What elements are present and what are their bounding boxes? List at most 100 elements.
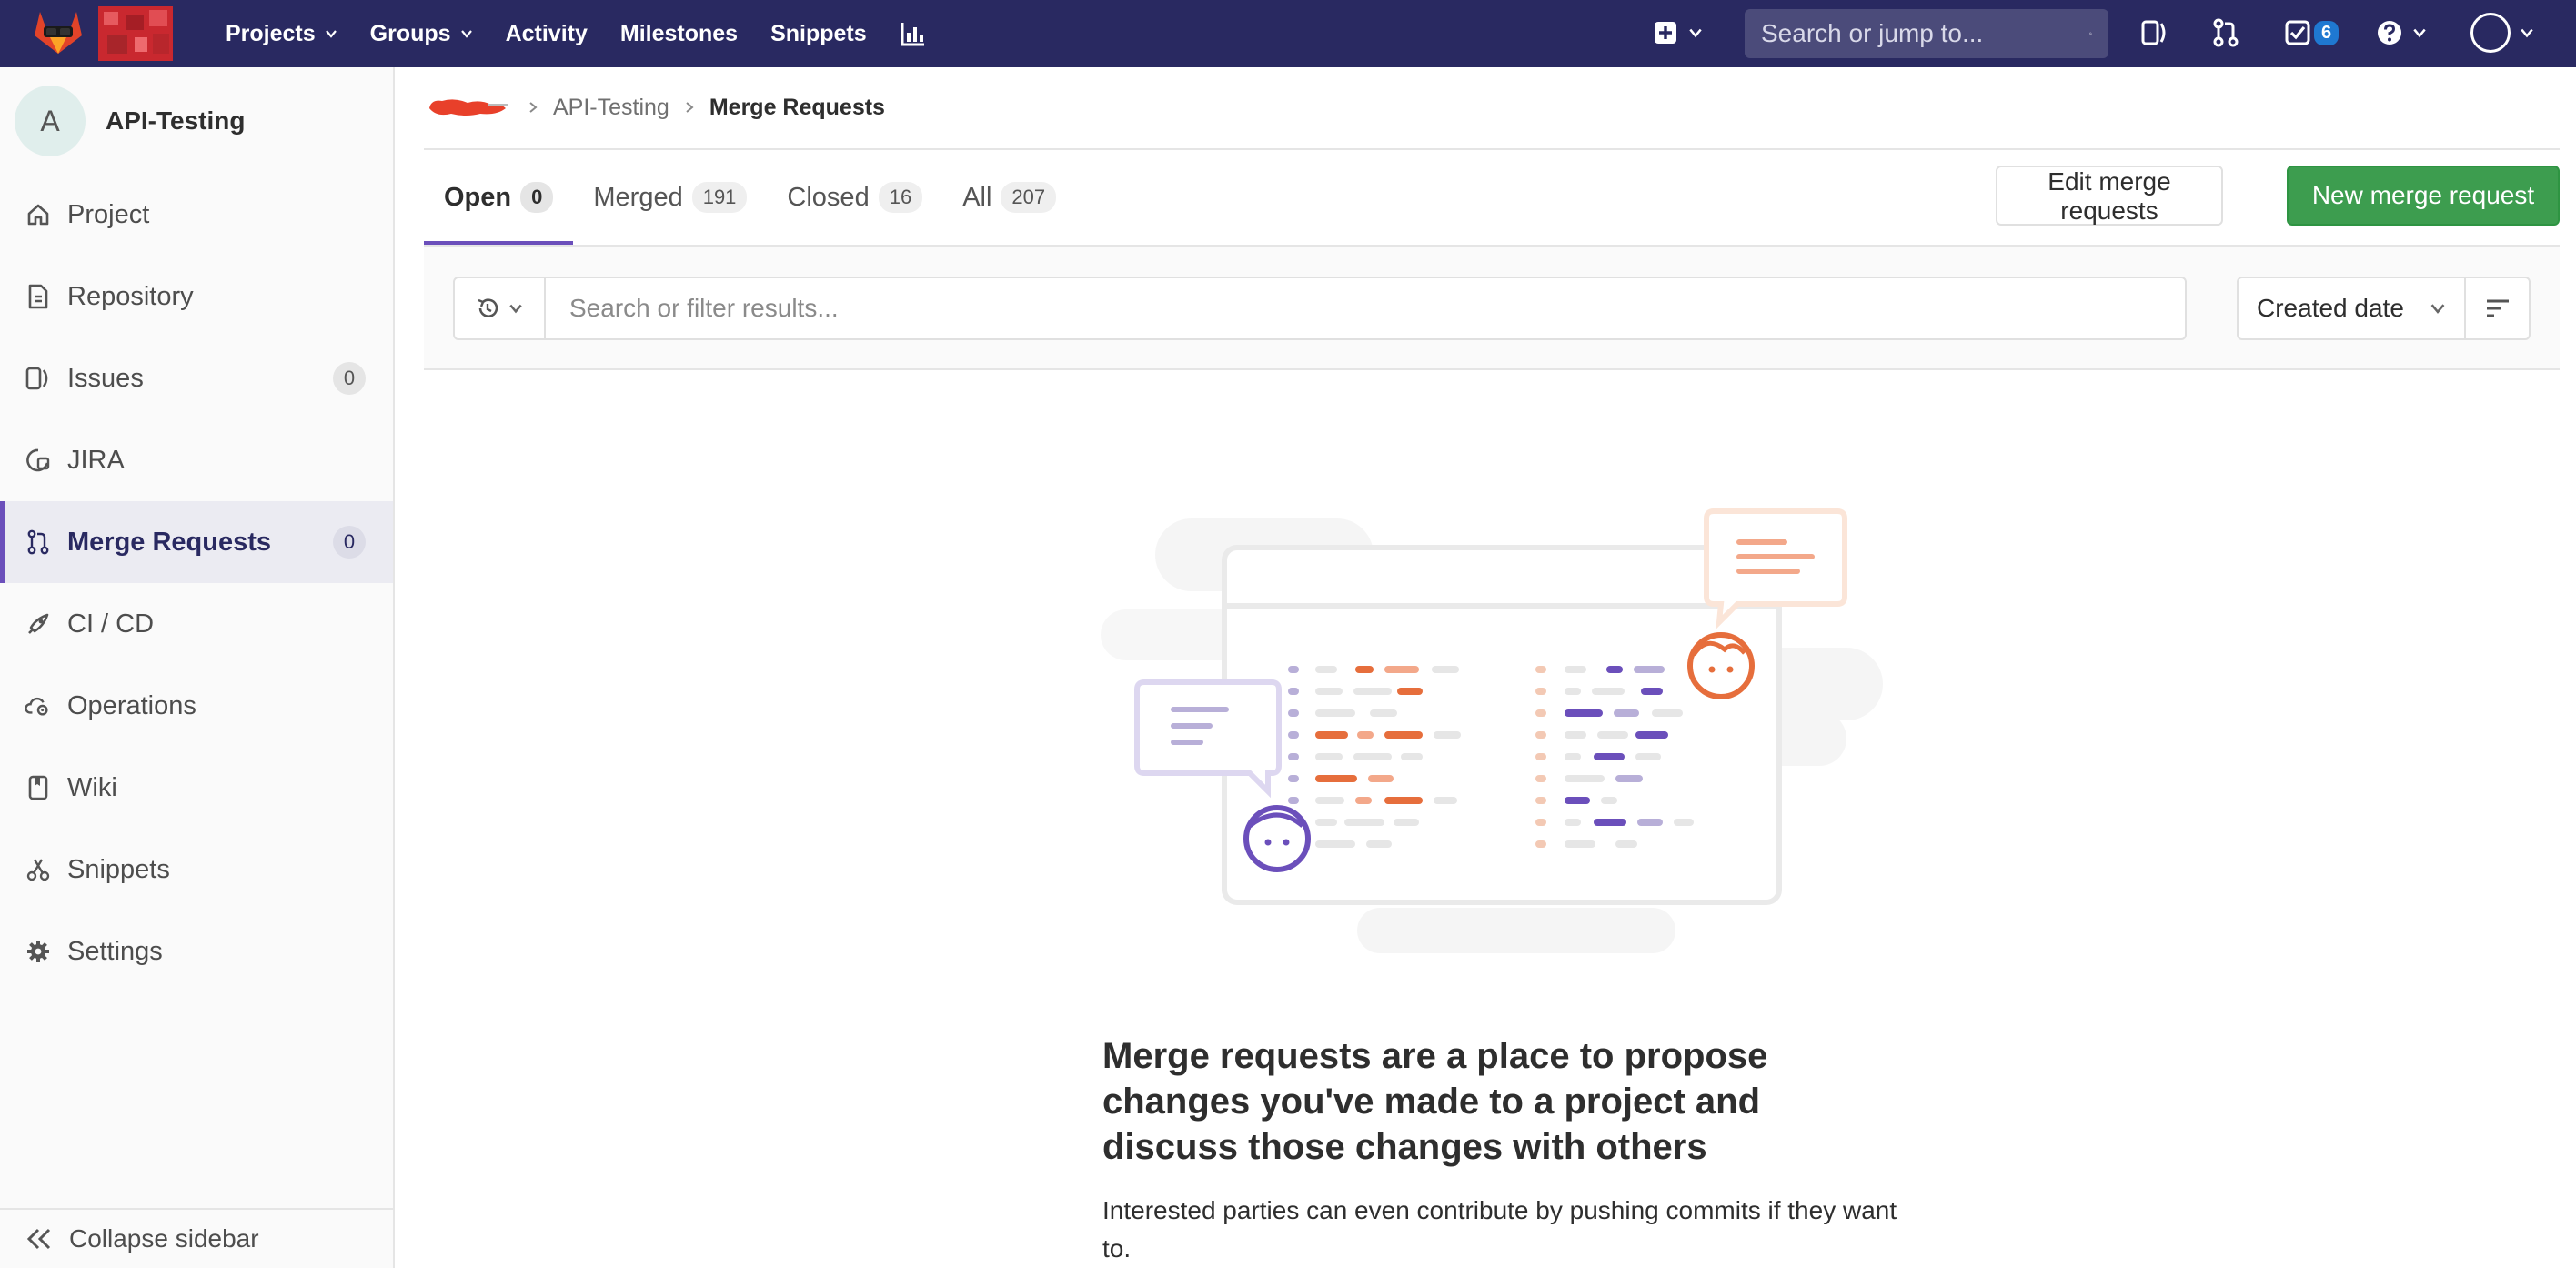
gitlab-logo[interactable]: [33, 8, 84, 55]
new-item-dropdown[interactable]: [1654, 15, 1703, 51]
gear-icon: [25, 939, 51, 964]
chevron-down-icon: [2521, 28, 2533, 38]
merge-request-state-tabs: Open 0 Merged 191 Closed 16 All 207: [424, 150, 1076, 245]
nav-links: Projects Groups Activity Milestones Snip…: [209, 0, 927, 67]
user-menu[interactable]: [2470, 11, 2534, 55]
book-icon: [25, 775, 51, 800]
nav-activity-label: Activity: [505, 20, 588, 46]
sidebar-item-project[interactable]: Project: [0, 174, 393, 256]
nav-groups[interactable]: Groups: [354, 0, 489, 67]
sort-label: Created date: [2257, 294, 2404, 322]
tab-merged[interactable]: Merged 191: [573, 150, 767, 245]
rocket-icon: [25, 611, 51, 637]
sidebar-item-wiki[interactable]: Wiki: [0, 747, 393, 829]
nav-todos[interactable]: 6: [2285, 15, 2340, 51]
new-merge-request-button[interactable]: New merge request: [2287, 166, 2560, 226]
sort-lines-icon: [2486, 299, 2509, 317]
sidebar-item-issues[interactable]: Issues 0: [0, 337, 393, 419]
chevron-down-icon: [325, 30, 337, 38]
chevron-down-icon: [2413, 28, 2426, 38]
breadcrumb: API-Testing Merge Requests: [424, 91, 885, 124]
collapse-sidebar-button[interactable]: Collapse sidebar: [0, 1208, 393, 1268]
history-icon: [478, 298, 498, 317]
merge-requests-count-badge: 0: [333, 526, 366, 559]
chevron-right-icon: [686, 102, 694, 113]
todo-count-badge: 6: [2314, 20, 2340, 45]
sidebar-item-operations[interactable]: Operations: [0, 665, 393, 747]
sort-direction-button[interactable]: [2466, 278, 2529, 338]
sidebar-item-label: CI / CD: [67, 609, 155, 639]
edit-merge-requests-button[interactable]: Edit merge requests: [1996, 166, 2223, 226]
sidebar-item-label: Project: [67, 199, 150, 229]
nav-search-input[interactable]: [1761, 19, 2089, 48]
nav-search-box: [1745, 9, 2108, 58]
plus-square-icon: [1655, 22, 1676, 44]
empty-state-description: Interested parties can even contribute b…: [1102, 1196, 1897, 1263]
nav-milestones-label: Milestones: [619, 20, 739, 46]
tab-count-badge: 0: [520, 182, 554, 213]
nav-snippets[interactable]: Snippets: [754, 0, 883, 67]
chevron-down-icon: [1689, 28, 1702, 38]
sidebar-nav: Project Repository Issues 0 JIRA Merge R…: [0, 174, 393, 992]
nav-merge-requests[interactable]: [2212, 15, 2239, 51]
nav-milestones[interactable]: Milestones: [604, 0, 754, 67]
tab-label: Merged: [593, 182, 683, 212]
sidebar-item-label: Wiki: [67, 772, 117, 802]
help-icon: [2378, 21, 2401, 45]
breadcrumb-project-link[interactable]: API-Testing: [553, 95, 669, 121]
sidebar-item-label: Snippets: [67, 854, 170, 884]
issues-count-badge: 0: [333, 362, 366, 395]
project-avatar: A: [15, 86, 86, 156]
cloud-gear-icon: [25, 693, 51, 719]
redacted-group-link[interactable]: [424, 94, 513, 121]
chevron-down-icon: [2430, 304, 2445, 314]
jira-icon: [25, 448, 51, 473]
scissors-icon: [25, 857, 51, 882]
issues-icon: [25, 366, 51, 391]
nav-snippets-label: Snippets: [770, 20, 867, 46]
sidebar-item-ci-cd[interactable]: CI / CD: [0, 583, 393, 665]
project-name: API-Testing: [106, 106, 246, 135]
sidebar-item-settings[interactable]: Settings: [0, 911, 393, 992]
sidebar-item-label: Operations: [67, 690, 196, 720]
tab-count-badge: 207: [1001, 182, 1057, 213]
search-icon[interactable]: [2089, 22, 2092, 45]
analytics-chart-icon[interactable]: [900, 20, 927, 47]
sort-controls: Created date: [2237, 277, 2531, 340]
sidebar-item-merge-requests[interactable]: Merge Requests 0: [0, 501, 393, 583]
tab-closed[interactable]: Closed 16: [767, 150, 942, 245]
breadcrumb-current[interactable]: Merge Requests: [709, 95, 885, 121]
user-avatar: [2470, 13, 2511, 53]
nav-projects-label: Projects: [226, 20, 316, 46]
chevron-down-icon: [509, 304, 522, 314]
tab-count-badge: 16: [878, 182, 923, 213]
sidebar-item-label: Repository: [67, 281, 194, 311]
sidebar-item-label: Settings: [67, 936, 163, 966]
empty-state-title: Merge requests are a place to propose ch…: [1102, 1036, 1768, 1167]
sidebar-item-repository[interactable]: Repository: [0, 256, 393, 337]
sort-dropdown[interactable]: Created date: [2239, 278, 2466, 338]
tab-label: Closed: [787, 182, 870, 212]
merge-request-icon: [25, 529, 51, 555]
nav-issues[interactable]: [2141, 15, 2168, 51]
nav-projects[interactable]: Projects: [209, 0, 354, 67]
tab-open[interactable]: Open 0: [424, 150, 574, 245]
top-navbar: Projects Groups Activity Milestones Snip…: [0, 0, 2576, 67]
project-sidebar: A API-Testing Project Repository Issues …: [0, 67, 395, 1268]
nav-activity[interactable]: Activity: [489, 0, 604, 67]
tab-label: Open: [444, 182, 512, 212]
chevron-down-icon: [460, 30, 472, 38]
todo-check-icon: [2285, 20, 2310, 45]
project-header[interactable]: A API-Testing: [15, 86, 245, 156]
filter-bar: Created date: [424, 245, 2560, 370]
double-chevron-left-icon: [26, 1228, 51, 1250]
tab-count-badge: 191: [691, 182, 748, 213]
doc-icon: [25, 284, 51, 309]
search-filter-input[interactable]: [546, 278, 2185, 338]
help-dropdown[interactable]: [2376, 15, 2427, 51]
tab-all[interactable]: All 207: [942, 150, 1076, 245]
sidebar-item-jira[interactable]: JIRA: [0, 419, 393, 501]
sidebar-item-snippets[interactable]: Snippets: [0, 829, 393, 911]
recent-searches-dropdown[interactable]: [455, 278, 546, 338]
filtered-search-box: [453, 277, 2187, 340]
